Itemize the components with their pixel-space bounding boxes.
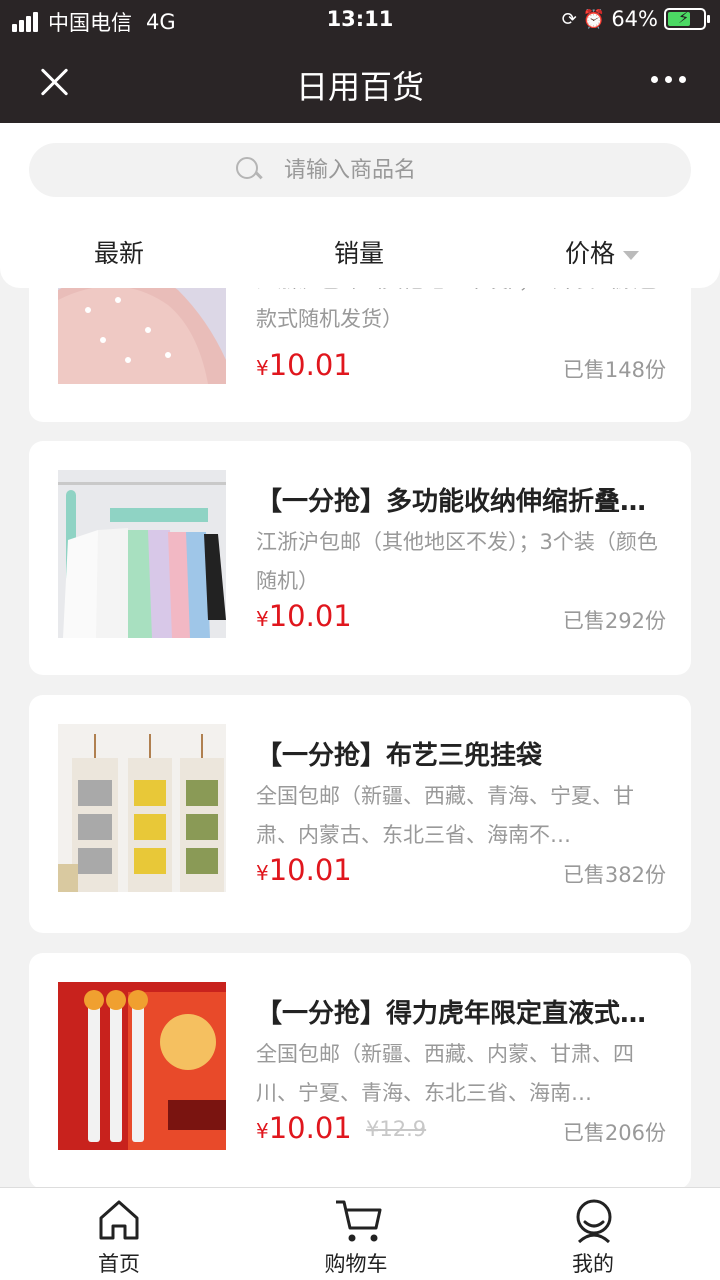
battery-icon: ⚡ xyxy=(664,8,710,30)
sold-count: 已售292份 xyxy=(562,609,666,633)
product-description: 全国包邮（新疆、西藏、内蒙、甘肃、四川、宁夏、青海、东北三省、海南… xyxy=(256,1042,634,1105)
alarm-icon: ⏰ xyxy=(582,8,606,30)
filter-price[interactable]: 价格 xyxy=(565,234,640,270)
product-price: ¥10.01 xyxy=(256,599,352,633)
product-card[interactable]: 【一分抢】布艺三兜挂袋 全国包邮（新疆、西藏、青海、宁夏、甘肃、内蒙古、东北三省… xyxy=(29,695,691,933)
tab-mine[interactable]: 我的 xyxy=(533,1188,653,1280)
tab-mine-label: 我的 xyxy=(572,1252,614,1276)
tab-home[interactable]: 首页 xyxy=(59,1188,179,1280)
user-icon xyxy=(576,1199,612,1244)
search-input[interactable] xyxy=(284,157,484,183)
product-price: ¥10.01 xyxy=(256,853,352,887)
caret-down-icon xyxy=(623,250,640,260)
status-right: ⟳ ⏰ 64% ⚡ xyxy=(561,7,710,31)
product-title: 【一分抢】得力虎年限定直液式走珠笔 xyxy=(256,999,666,1029)
sort-filters: 最新 销量 价格 xyxy=(0,226,720,276)
product-price: ¥10.01 xyxy=(256,1111,352,1145)
sold-count: 已售206份 xyxy=(562,1121,666,1145)
product-image xyxy=(58,724,226,892)
filter-latest[interactable]: 最新 xyxy=(94,234,144,270)
sold-count: 已售148份 xyxy=(562,358,666,382)
more-icon[interactable] xyxy=(644,76,686,83)
product-description: 全国包邮（新疆、西藏、青海、宁夏、甘肃、内蒙古、东北三省、海南不… xyxy=(256,784,634,847)
product-image xyxy=(58,982,226,1150)
status-bar: 中国电信 4G 13:11 ⟳ ⏰ 64% ⚡ xyxy=(0,0,720,40)
product-image xyxy=(58,470,226,638)
filter-sales[interactable]: 销量 xyxy=(334,234,384,270)
sold-count: 已售382份 xyxy=(562,863,666,887)
cart-icon xyxy=(336,1200,382,1242)
page-title: 日用百货 xyxy=(295,68,424,106)
product-title: 【一分抢】多功能收纳伸缩折叠衣架 xyxy=(256,487,666,517)
product-description: 江浙沪包邮（其他地区不发）；3个装（颜色随机） xyxy=(256,530,658,593)
bottom-tab-bar: 首页 购物车 我的 xyxy=(0,1187,720,1280)
product-card[interactable]: 【一分抢】得力虎年限定直液式走珠笔 全国包邮（新疆、西藏、内蒙、甘肃、四川、宁夏… xyxy=(29,953,691,1189)
product-title: 【一分抢】布艺三兜挂袋 xyxy=(256,741,543,771)
top-bar: 中国电信 4G 13:11 ⟳ ⏰ 64% ⚡ 日用百货 xyxy=(0,0,720,123)
product-price: ¥10.01 xyxy=(256,348,352,382)
nav-header: 日用百货 xyxy=(0,40,720,123)
battery-percent: 64% xyxy=(611,7,658,31)
tab-home-label: 首页 xyxy=(98,1252,140,1276)
search-bar[interactable] xyxy=(29,143,691,197)
tab-cart-label: 购物车 xyxy=(324,1252,388,1276)
charging-icon: ⚡ xyxy=(678,8,690,27)
original-price: ¥12.9 xyxy=(366,1117,427,1141)
product-card[interactable]: 【一分抢】多功能收纳伸缩折叠衣架 江浙沪包邮（其他地区不发）；3个装（颜色随机）… xyxy=(29,441,691,675)
search-icon xyxy=(236,157,262,183)
rotation-lock-icon: ⟳ xyxy=(561,8,577,30)
search-filter-panel: 最新 销量 价格 xyxy=(0,123,720,288)
home-icon xyxy=(99,1200,139,1240)
tab-cart[interactable]: 购物车 xyxy=(296,1188,416,1280)
